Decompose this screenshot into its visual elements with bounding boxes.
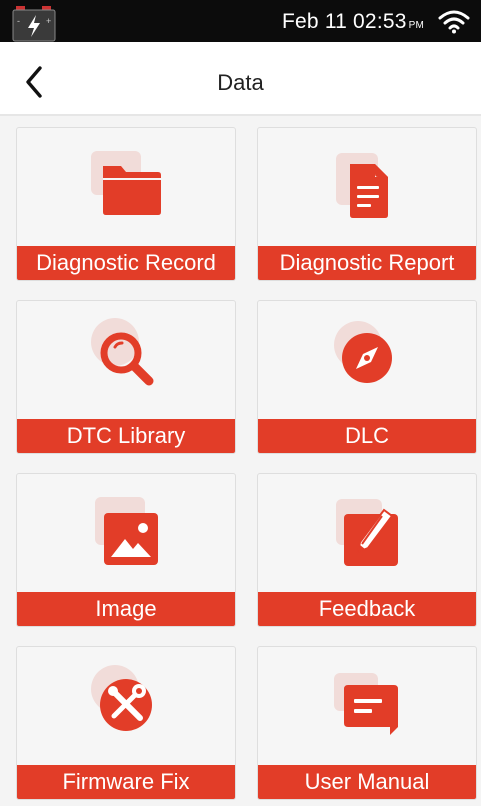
app-header: Data	[0, 42, 481, 116]
tools-icon	[91, 665, 152, 731]
magnifier-icon	[91, 318, 154, 386]
chat-bubble-icon	[334, 673, 398, 735]
wifi-icon	[438, 10, 470, 34]
tile-image[interactable]: Image	[16, 473, 236, 627]
tile-label: Firmware Fix	[17, 765, 235, 799]
svg-text:-: -	[17, 16, 20, 26]
status-clock: Feb 11 02:53 PM	[282, 10, 424, 34]
tile-label: Image	[17, 592, 235, 626]
tile-label: Feedback	[258, 592, 476, 626]
status-bar: - + Feb 11 02:53 PM	[0, 0, 481, 42]
tile-feedback[interactable]: Feedback	[257, 473, 477, 627]
data-menu-grid: Diagnostic Record Diagnostic Report DTC …	[0, 116, 481, 806]
page-title: Data	[217, 70, 264, 95]
image-icon	[95, 497, 158, 565]
svg-text:+: +	[46, 16, 51, 26]
tile-diagnostic-report[interactable]: Diagnostic Report	[257, 127, 477, 281]
tile-label: DLC	[258, 419, 476, 453]
tile-dlc[interactable]: DLC	[257, 300, 477, 454]
tile-label: User Manual	[258, 765, 476, 799]
battery-charging-icon: - +	[12, 6, 56, 42]
tile-user-manual[interactable]: User Manual	[257, 646, 477, 800]
status-time-text: Feb 11 02:53	[282, 10, 407, 33]
folder-icon	[91, 151, 161, 215]
tile-diagnostic-record[interactable]: Diagnostic Record	[16, 127, 236, 281]
document-icon	[336, 153, 388, 218]
compass-icon	[334, 321, 392, 383]
tile-label: DTC Library	[17, 419, 235, 453]
tile-firmware-fix[interactable]: Firmware Fix	[16, 646, 236, 800]
edit-pencil-icon	[336, 499, 398, 566]
tile-dtc-library[interactable]: DTC Library	[16, 300, 236, 454]
tile-label: Diagnostic Report	[258, 246, 476, 280]
status-ampm: PM	[408, 20, 425, 31]
tile-label: Diagnostic Record	[17, 246, 235, 280]
